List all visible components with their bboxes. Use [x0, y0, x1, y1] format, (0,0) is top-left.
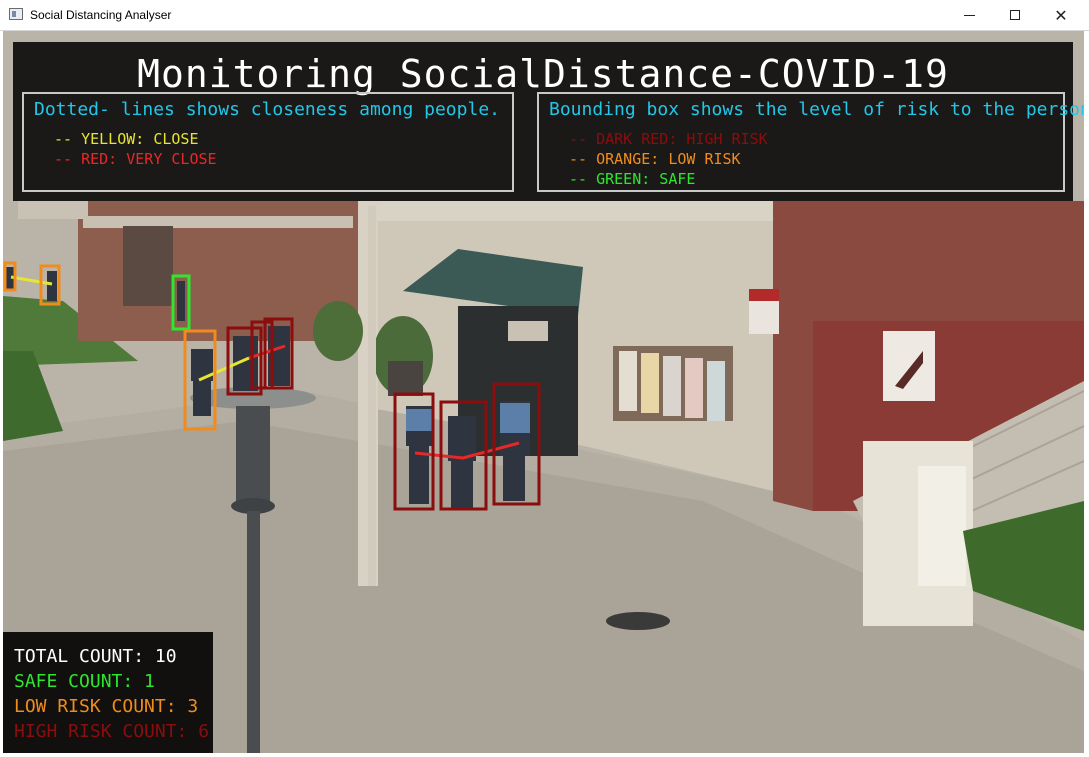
legend-orange-low-risk: -- ORANGE: LOW RISK — [569, 150, 741, 168]
minimize-button[interactable] — [946, 0, 992, 30]
total-count: TOTAL COUNT: 10 — [14, 646, 177, 667]
info-header-panel: Monitoring SocialDistance-COVID-19 Dotte… — [13, 42, 1084, 201]
maximize-icon — [1010, 10, 1020, 20]
high-risk-count: HIGH RISK COUNT: 6 — [14, 721, 210, 742]
legend-dark-red-high-risk: -- DARK RED: HIGH RISK — [569, 130, 768, 148]
count-panel: TOTAL COUNT: 10 SAFE COUNT: 1 LOW RISK C… — [3, 632, 213, 753]
window-title: Social Distancing Analyser — [30, 8, 172, 22]
closeness-legend: Dotted- lines shows closeness among peop… — [22, 92, 514, 192]
app-window-icon[interactable] — [9, 8, 23, 20]
overlay-title: Monitoring SocialDistance-COVID-19 — [137, 52, 949, 96]
legend-red-very-close: -- RED: VERY CLOSE — [54, 150, 217, 168]
closeness-legend-heading: Dotted- lines shows closeness among peop… — [34, 99, 500, 120]
maximize-button[interactable] — [992, 0, 1038, 30]
close-icon: ✕ — [1054, 5, 1068, 25]
legend-yellow-close: -- YELLOW: CLOSE — [54, 130, 199, 148]
window-border-right — [1084, 31, 1089, 757]
window-border-bottom — [0, 753, 1089, 757]
close-button[interactable]: ✕ — [1038, 0, 1084, 30]
risk-legend-heading: Bounding box shows the level of risk to … — [549, 99, 1084, 120]
video-frame: Monitoring SocialDistance-COVID-19 Dotte… — [3, 31, 1084, 753]
safe-count: SAFE COUNT: 1 — [14, 671, 155, 692]
legend-green-safe: -- GREEN: SAFE — [569, 170, 696, 188]
low-risk-count: LOW RISK COUNT: 3 — [14, 696, 199, 717]
minimize-icon — [963, 14, 975, 16]
window-titlebar[interactable]: Social Distancing Analyser ✕ — [0, 0, 1089, 31]
risk-legend: Bounding box shows the level of risk to … — [537, 92, 1084, 192]
